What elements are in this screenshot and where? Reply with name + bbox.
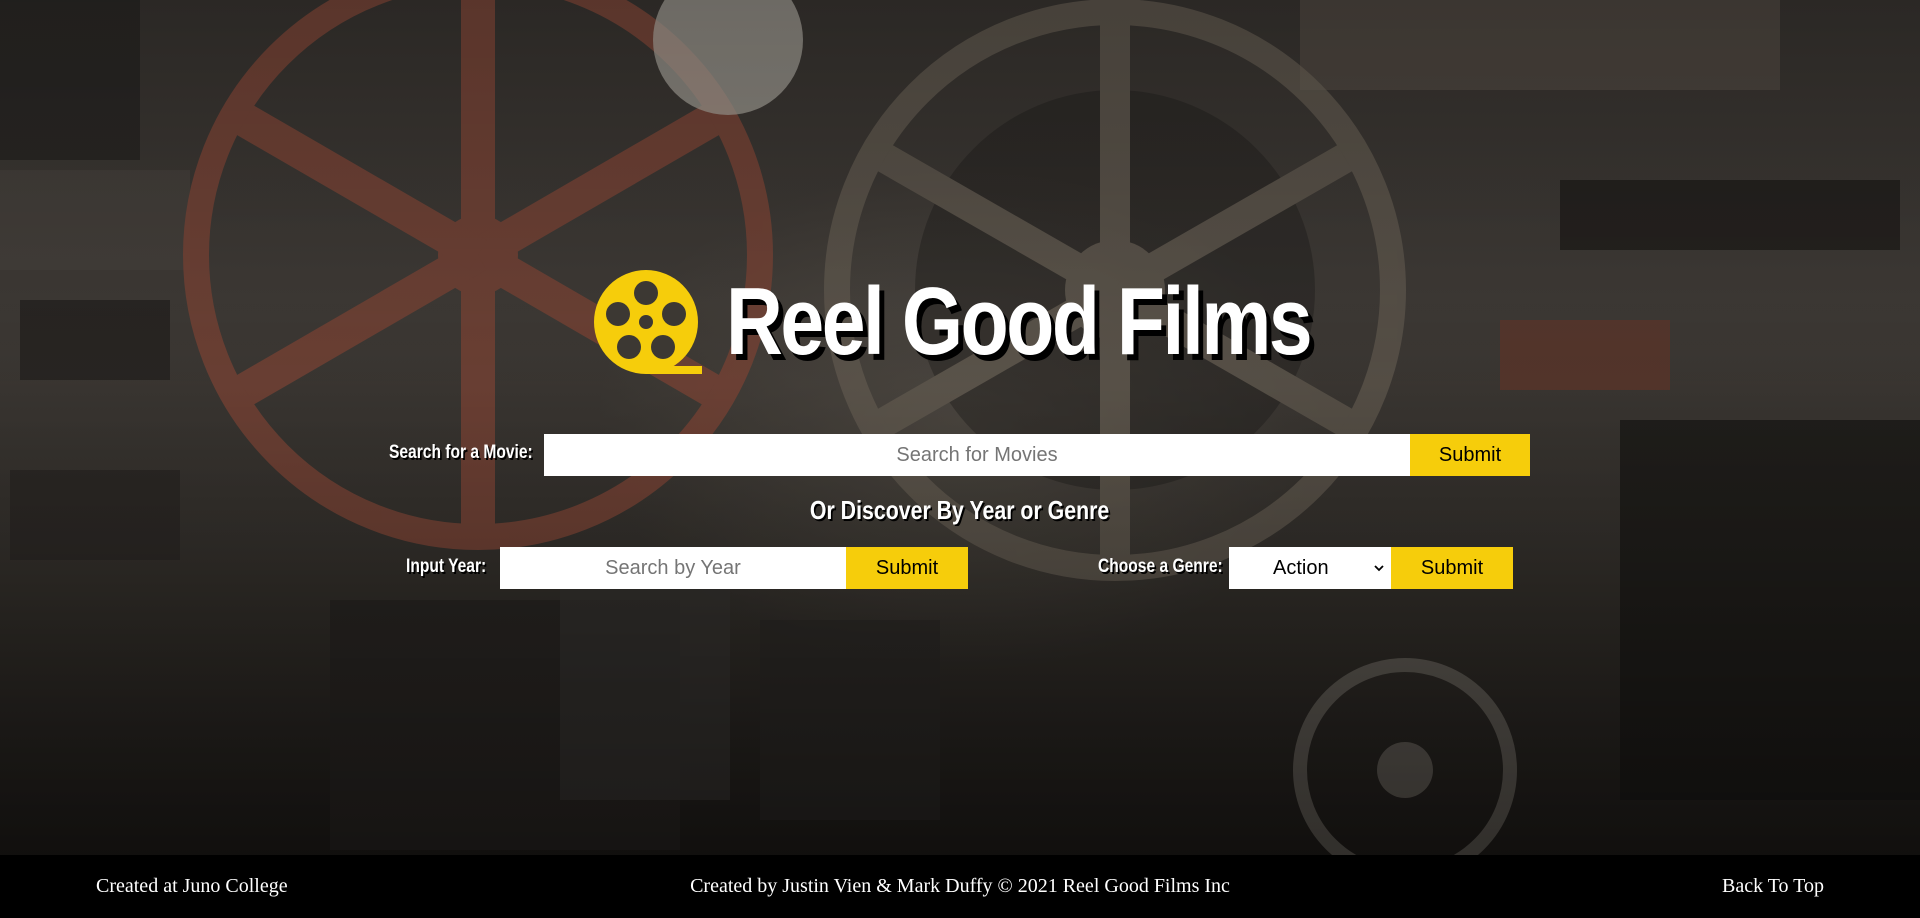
background-overlay (0, 0, 1920, 855)
genre-submit-button[interactable]: Submit (1391, 547, 1513, 589)
discover-heading: Or Discover By Year or Genre (810, 495, 1110, 525)
chevron-down-icon (1374, 565, 1384, 572)
genre-label: Choose a Genre: (1098, 556, 1223, 577)
footer-author-credit: Created by Justin Vien & Mark Duffy © 20… (690, 875, 1230, 897)
genre-selected-value: Action (1273, 557, 1329, 579)
back-to-top-link[interactable]: Back To Top (1722, 875, 1824, 898)
year-submit-button[interactable]: Submit (846, 547, 968, 589)
movie-search-input[interactable] (544, 434, 1410, 476)
year-label: Input Year: (406, 556, 487, 577)
search-label: Search for a Movie: (389, 442, 533, 463)
year-search-input[interactable] (500, 547, 846, 589)
film-reel-icon (594, 270, 702, 374)
genre-select[interactable]: Action (1229, 547, 1391, 589)
hero-section: Reel Good Films Search for a Movie: Subm… (0, 0, 1920, 855)
footer: Created at Juno College Created by Justi… (0, 855, 1920, 918)
movie-search-submit-button[interactable]: Submit (1410, 434, 1530, 476)
site-title: Reel Good Films (726, 268, 1313, 375)
brand: Reel Good Films (590, 262, 1438, 382)
